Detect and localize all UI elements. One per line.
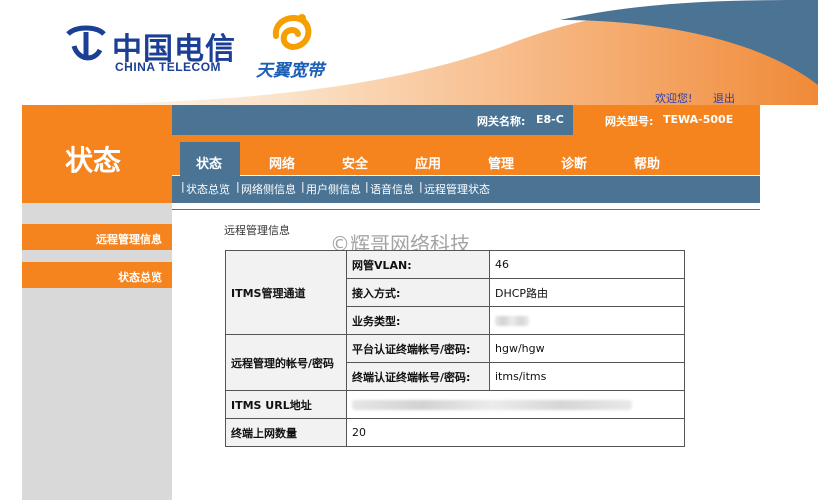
terminal-auth-value: itms/itms [489,362,685,391]
tab-diagnosis[interactable]: 诊断 [561,153,587,172]
tab-status[interactable]: 状态 [196,153,222,172]
service-type-value [489,306,685,335]
itms-url-label: ITMS URL地址 [225,390,347,419]
online-count-label: 终端上网数量 [225,418,347,447]
china-telecom-logo-icon [66,25,106,61]
itms-group-label: ITMS管理通道 [225,250,347,335]
section-status-title: 状态 [65,144,122,177]
table-row: 远程管理的帐号/密码 平台认证终端帐号/密码: hgw/hgw [225,334,685,391]
tab-network[interactable]: 网络 [269,153,295,172]
access-value: DHCP路由 [489,278,685,307]
sub-nav-separator: | [365,180,369,193]
table-row: ITMS管理通道 网管VLAN: 46 [225,250,685,335]
tianyi-broadband-text: 天翼宽带 [256,61,324,81]
table-row: ITMS URL地址 [225,390,685,419]
section-title: 远程管理信息 [224,224,290,237]
vlan-value: 46 [489,250,685,279]
remote-mgmt-table: ITMS管理通道 网管VLAN: 46 接入方式: DHCP路由 业务类型: 远… [225,250,685,447]
gateway-name-label: 网关名称: [477,115,526,128]
sidebar-item-status-overview[interactable]: 状态总览 [22,262,172,288]
subnav-remote-mgmt-status[interactable]: 远程管理状态 [424,181,490,197]
platform-auth-label: 平台认证终端帐号/密码: [346,334,490,363]
sidebar-item-label: 状态总览 [118,271,162,284]
online-count-value: 20 [346,418,685,447]
main-nav [172,135,760,175]
tab-help[interactable]: 帮助 [634,153,660,172]
main-top-border [172,209,760,210]
header-banner: 中国电信 CHINA TELECOM 天翼宽带 欢迎您! 退出 [0,0,818,105]
sub-nav-separator: | [236,180,240,193]
section-status-block: 状态 [22,105,172,203]
subnav-user-info[interactable]: 用户侧信息 [306,181,361,197]
tianyi-logo-icon [272,14,312,50]
china-telecom-en-text: CHINA TELECOM [115,60,222,74]
access-label: 接入方式: [346,278,490,307]
tab-application[interactable]: 应用 [415,153,441,172]
gateway-type-value: TEWA-500E [663,113,734,126]
welcome-link[interactable]: 欢迎您! [655,90,692,105]
sidebar-item-label: 远程管理信息 [96,233,162,246]
gateway-type-label: 网关型号: [605,115,654,128]
sub-nav-separator: | [181,180,185,193]
blurred-value [352,400,632,410]
subnav-network-info[interactable]: 网络侧信息 [241,181,296,197]
sub-nav-separator: | [301,180,305,193]
service-type-label: 业务类型: [346,306,490,335]
terminal-auth-label: 终端认证终端帐号/密码: [346,362,490,391]
platform-auth-value: hgw/hgw [489,334,685,363]
tab-security[interactable]: 安全 [342,153,368,172]
account-group-label: 远程管理的帐号/密码 [225,334,347,391]
itms-url-value [346,390,685,419]
sub-nav-separator: | [419,180,423,193]
blurred-value [495,316,529,326]
tab-management[interactable]: 管理 [488,153,514,172]
gateway-name-value: E8-C [536,113,564,126]
sidebar-item-remote-mgmt[interactable]: 远程管理信息 [22,224,172,250]
subnav-voice-info[interactable]: 语音信息 [370,181,414,197]
table-row: 终端上网数量 20 [225,418,685,447]
vlan-label: 网管VLAN: [346,250,490,279]
subnav-status-overview[interactable]: 状态总览 [186,181,230,197]
logout-link[interactable]: 退出 [713,90,735,105]
